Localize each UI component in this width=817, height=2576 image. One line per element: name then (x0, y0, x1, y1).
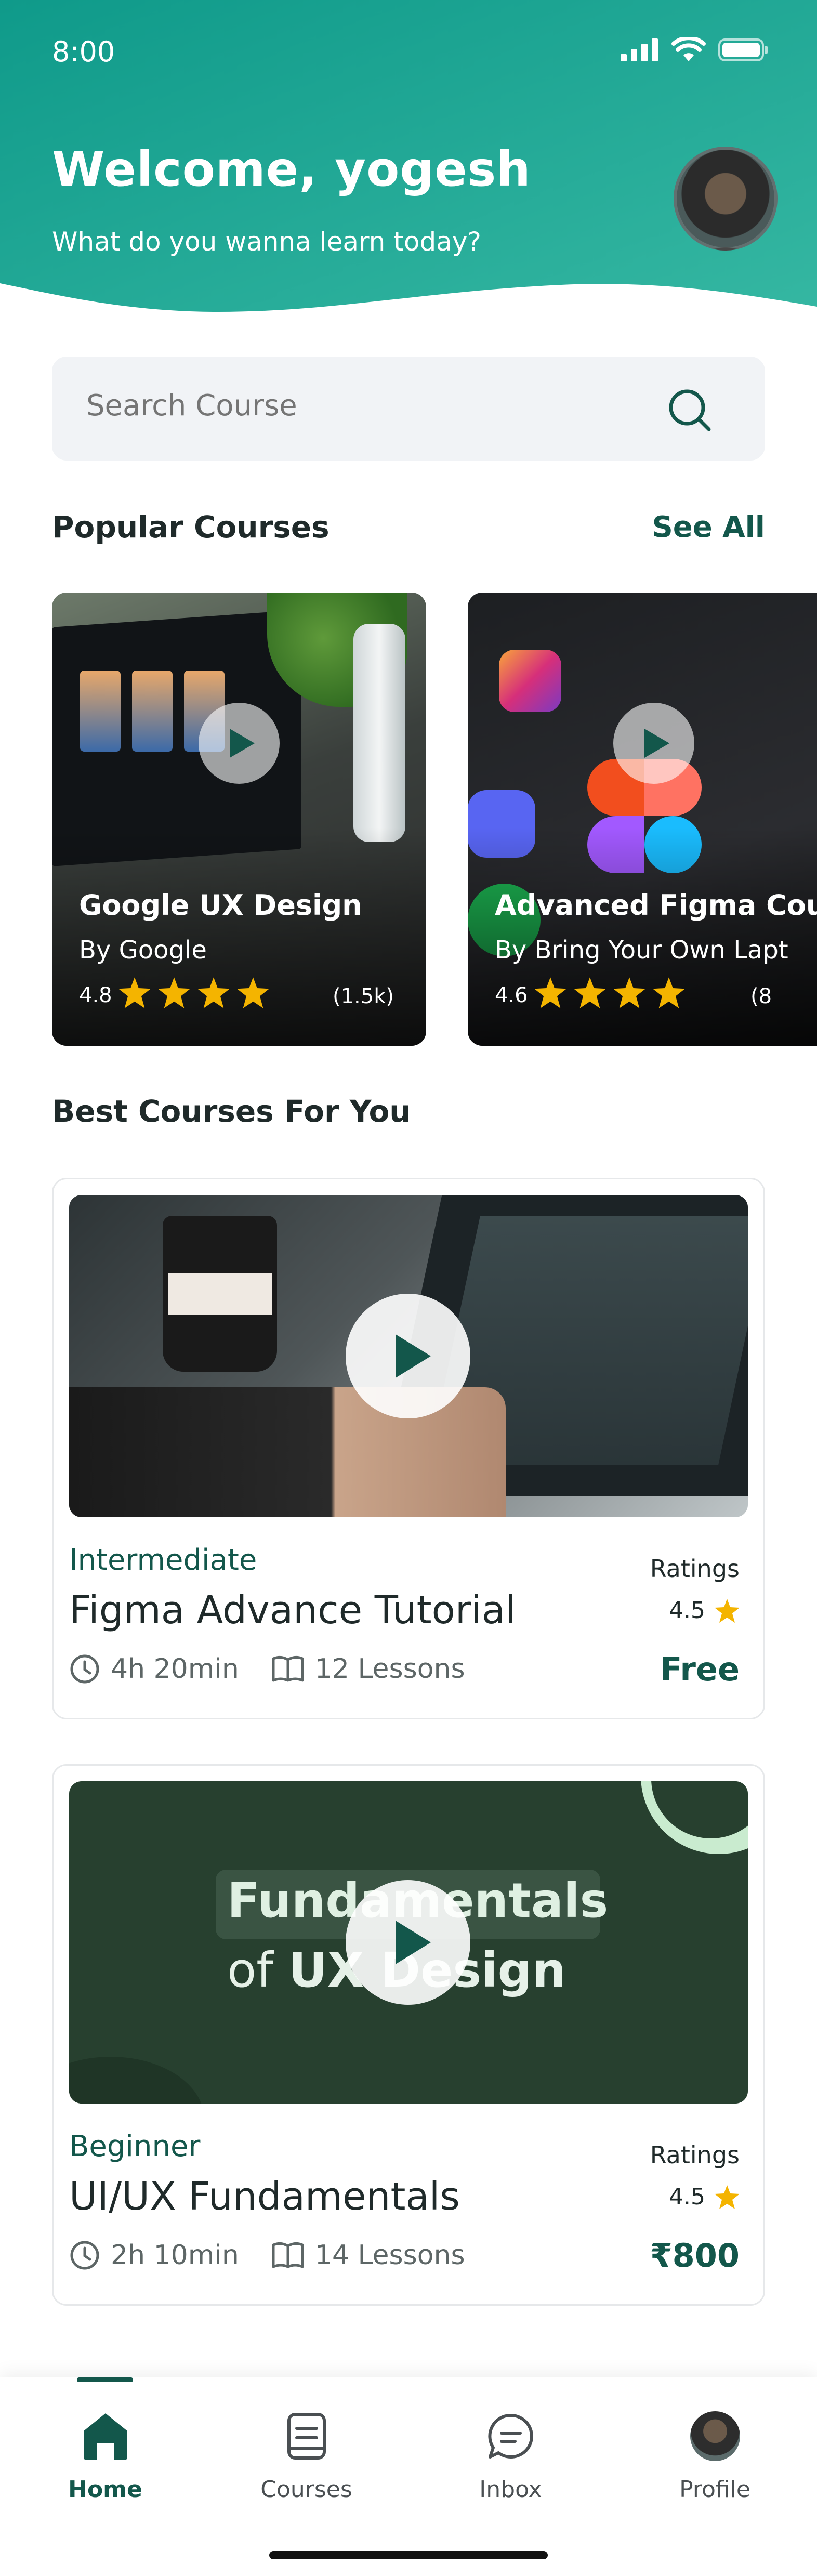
status-time: 8:00 (52, 35, 115, 68)
rating-number: 4.5 (669, 2184, 705, 2210)
clock-icon (70, 1654, 99, 1684)
course-title: Advanced Figma Cou (495, 889, 817, 922)
star-icon (613, 977, 645, 1008)
book-icon (287, 2413, 326, 2460)
star-icon (715, 1598, 740, 1623)
course-duration: 4h 20min (111, 1653, 239, 1685)
course-level: Beginner (69, 2130, 201, 2163)
home-indicator (269, 2551, 548, 2559)
course-meta: 4h 20min 12 Lessons (69, 1653, 497, 1685)
welcome-subtitle: What do you wanna learn today? (52, 227, 481, 257)
bottom-nav: Home Courses Inbox Profile (0, 2377, 817, 2576)
course-meta: 2h 10min 14 Lessons (69, 2240, 497, 2271)
course-price: ₹800 (650, 2237, 740, 2275)
star-icon (534, 977, 566, 1008)
star-icon (158, 977, 190, 1008)
rating-number: 4.5 (669, 1597, 705, 1624)
user-avatar[interactable] (674, 147, 778, 251)
nav-profile-label: Profile (679, 2476, 750, 2503)
header: 8:00 Welcome, yogesh What do you wanna l… (0, 0, 817, 322)
course-title: Figma Advance Tutorial (69, 1588, 516, 1633)
course-duration: 2h 10min (111, 2240, 239, 2271)
instagram-icon (499, 650, 561, 712)
course-author: By Google (79, 936, 207, 965)
course-card[interactable]: Fundamentals of UX Design Beginner UI/UX… (52, 1764, 765, 2306)
best-section-title: Best Courses For You (52, 1094, 411, 1129)
nav-profile[interactable]: Profile (613, 2377, 817, 2533)
book-icon (272, 2242, 304, 2268)
course-rating: 4.6 (495, 983, 528, 1007)
status-icons (621, 37, 768, 62)
course-author: By Bring Your Own Lapt (495, 936, 788, 965)
nav-inbox[interactable]: Inbox (408, 2377, 613, 2533)
star-icon (574, 977, 606, 1008)
course-lessons: 14 Lessons (314, 2240, 465, 2271)
star-icon (118, 977, 151, 1008)
nav-inbox-label: Inbox (479, 2476, 542, 2503)
play-icon (230, 729, 255, 758)
popular-course-card[interactable]: Advanced Figma Cou By Bring Your Own Lap… (468, 593, 817, 1046)
ratings-label: Ratings (650, 1555, 740, 1583)
star-icon (197, 977, 230, 1008)
nav-courses-label: Courses (260, 2476, 352, 2503)
avatar (690, 2411, 740, 2461)
rating-value: 4.5 (669, 1597, 740, 1624)
welcome-title: Welcome, yogesh (52, 141, 531, 197)
course-title: UI/UX Fundamentals (69, 2174, 460, 2219)
home-icon (83, 2413, 127, 2460)
book-icon (272, 1655, 304, 1682)
course-title: Google UX Design (79, 889, 362, 922)
play-button[interactable] (346, 1880, 470, 2005)
course-lessons: 12 Lessons (314, 1653, 465, 1685)
course-price: Free (660, 1650, 740, 1688)
rating-value: 4.5 (669, 2184, 740, 2210)
search-input[interactable] (86, 389, 554, 423)
popular-section-title: Popular Courses (52, 509, 330, 545)
course-thumbnail (69, 1195, 748, 1517)
star-icon (237, 977, 269, 1008)
nav-courses[interactable]: Courses (204, 2377, 408, 2533)
wifi-icon (671, 37, 706, 61)
play-icon (396, 1921, 431, 1964)
nav-home-label: Home (68, 2476, 142, 2503)
play-button[interactable] (346, 1294, 470, 1418)
review-count: (1.5k) (333, 984, 394, 1008)
star-icon (715, 2185, 740, 2209)
play-button[interactable] (199, 703, 280, 784)
course-card[interactable]: Intermediate Figma Advance Tutorial 4h 2… (52, 1178, 765, 1719)
play-icon (396, 1334, 431, 1378)
chat-icon (487, 2413, 533, 2459)
review-count: (8 (750, 984, 772, 1008)
search-icon[interactable] (666, 387, 713, 433)
nav-home[interactable]: Home (3, 2377, 207, 2533)
card-image-bottle (353, 624, 405, 842)
signal-icon (621, 38, 658, 61)
search-bar[interactable] (52, 357, 765, 461)
clock-icon (70, 2241, 99, 2270)
play-button[interactable] (613, 703, 694, 784)
play-icon (644, 729, 669, 758)
course-thumbnail: Fundamentals of UX Design (69, 1781, 748, 2104)
course-rating: 4.8 (79, 983, 112, 1007)
ratings-label: Ratings (650, 2141, 740, 2169)
star-rating (118, 977, 269, 1008)
star-icon (653, 977, 685, 1008)
course-level: Intermediate (69, 1543, 257, 1577)
popular-course-card[interactable]: Google UX Design By Google 4.8 (1.5k) (52, 593, 426, 1046)
star-rating (534, 977, 685, 1008)
battery-icon (718, 38, 768, 61)
see-all-link[interactable]: See All (652, 510, 765, 544)
